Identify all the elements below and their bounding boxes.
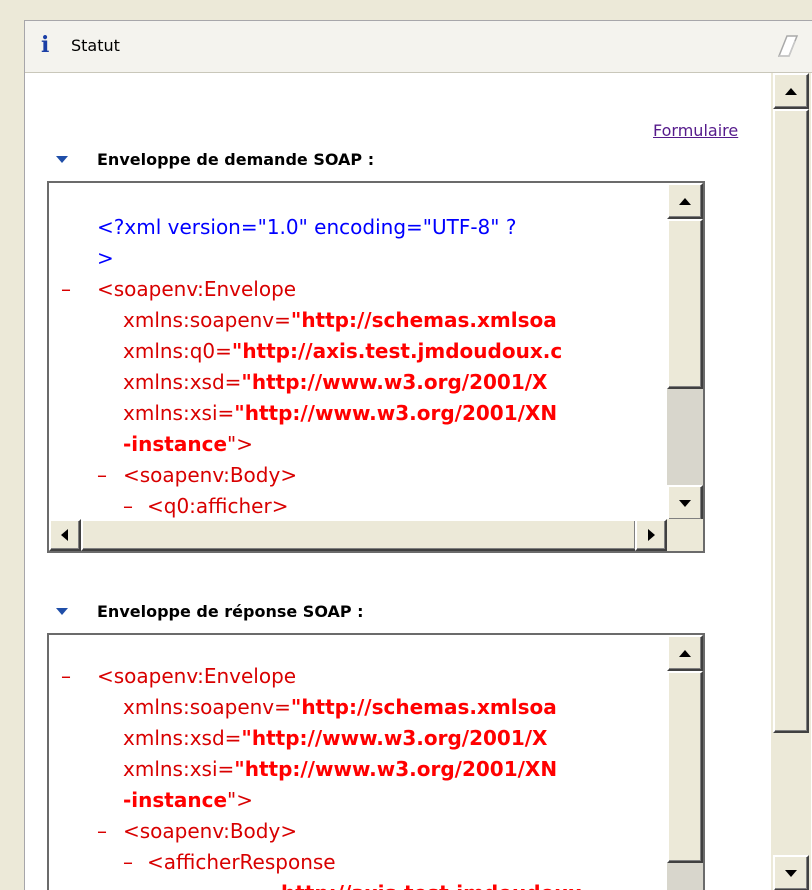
collapse-marker[interactable]: – [61,661,71,692]
envelope-tag: <soapenv:Envelope [97,277,297,301]
panel-header: i Statut [25,21,812,73]
request-xml-box[interactable]: <?xml version="1.0" encoding="UTF-8" ? >… [47,181,705,553]
scrollbar-thumb[interactable] [81,519,637,551]
attr-name: xmlns:xsd= [123,726,242,750]
outer-vertical-scrollbar[interactable] [771,73,811,890]
expand-triangle-icon[interactable] [56,156,68,163]
status-content: Formulaire Enveloppe de demande SOAP : <… [25,73,771,890]
instance-value: -instance [123,788,228,812]
attr-value: http://www.w3.org/2001/XN [244,401,558,425]
scrollbar-thumb[interactable] [667,219,703,389]
collapse-marker[interactable]: – [123,491,133,522]
body-tag: <soapenv:Body> [123,463,298,487]
child-tag: <afficherResponse [147,850,336,874]
envelope-tag: <soapenv:Envelope [97,664,297,688]
eraser-icon[interactable] [775,31,801,61]
request-xml-content: <?xml version="1.0" encoding="UTF-8" ? >… [49,183,667,551]
attr-value: http://www.w3.org/2001/XN [244,757,558,781]
attr-name: xmlns:xsi= [123,401,235,425]
scroll-down-button[interactable] [667,485,703,521]
attr-value: http://www.w3.org/2001/X [251,370,548,394]
expand-triangle-icon[interactable] [56,608,68,615]
scrollbar-thumb[interactable] [667,671,703,863]
response-heading: Enveloppe de réponse SOAP : [97,602,364,621]
collapse-marker[interactable]: – [97,460,107,491]
panel-title: Statut [71,36,120,55]
form-link[interactable]: Formulaire [653,121,738,140]
scroll-up-button[interactable] [773,73,809,109]
attr-name: xmlns:soapenv= [123,695,291,719]
attr-value: http://schemas.xmlsoa [301,308,557,332]
status-panel: i Statut Formulaire Enveloppe de demande… [24,20,812,890]
scroll-corner [667,519,703,551]
response-xml-box[interactable]: – <soapenv:Envelope xmlns:soapenv="http:… [47,633,705,890]
scrollbar-thumb[interactable] [773,109,809,733]
attr-name: xmlns:soapenv= [123,308,291,332]
attr-name: xmlns:q0= [123,339,232,363]
scroll-right-button[interactable] [635,519,667,551]
scroll-up-button[interactable] [667,183,703,219]
instance-value: -instance [123,432,228,456]
attr-name: xmlns:xsi= [123,757,235,781]
collapse-marker[interactable]: – [123,847,133,878]
info-icon: i [41,32,50,58]
child-tag: <q0:afficher> [147,494,289,518]
request-heading: Enveloppe de demande SOAP : [97,150,375,169]
scroll-up-button[interactable] [667,635,703,671]
body-tag: <soapenv:Body> [123,819,298,843]
attr-value: http://www.w3.org/2001/X [251,726,548,750]
scroll-left-button[interactable] [49,519,81,551]
xml-declaration: <?xml version="1.0" encoding="UTF-8" ? [97,215,517,239]
collapse-marker[interactable]: – [61,274,71,305]
attr-value: http://axis.test.jmdoudoux.c [242,339,563,363]
horizontal-scrollbar[interactable] [49,519,667,551]
attr-name: xmlns:xsd= [123,370,242,394]
attr-value: http://schemas.xmlsoa [301,695,557,719]
response-xml-content: – <soapenv:Envelope xmlns:soapenv="http:… [49,635,667,890]
cut-off-line: http://axis.test.jmdoudoux [281,881,581,890]
collapse-marker[interactable]: – [97,816,107,847]
xml-declaration-end: > [97,246,114,270]
scroll-down-button[interactable] [773,855,809,890]
